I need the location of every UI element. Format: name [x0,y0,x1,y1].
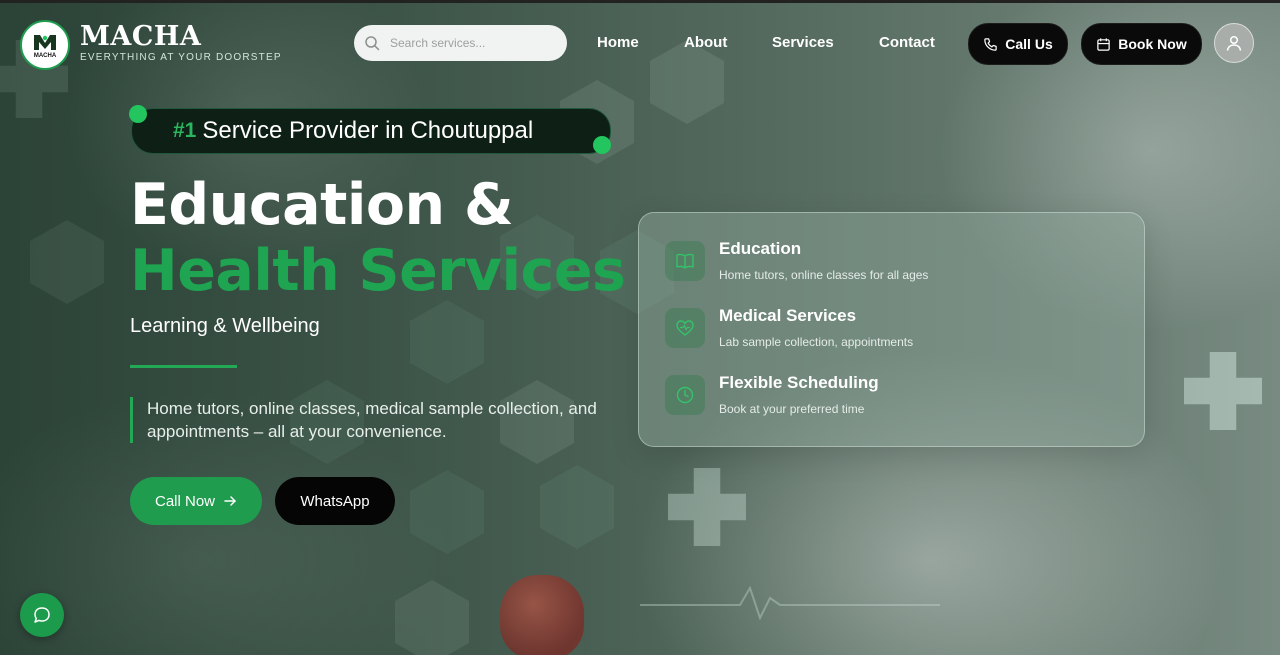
service-desc: Home tutors, online classes for all ages [719,268,929,282]
phone-icon [984,37,997,51]
service-provider-badge: #1 Service Provider in Choutuppal [131,108,611,154]
badge-number: #1 [173,119,197,142]
brand-tagline: EVERYTHING AT YOUR DOORSTEP [80,52,282,63]
decor-dot [593,136,611,154]
search-bar [354,25,567,61]
book-icon [665,241,705,281]
chat-button[interactable] [20,593,64,637]
call-now-button[interactable]: Call Now [130,477,262,525]
decor-dot [129,105,147,123]
service-desc: Lab sample collection, appointments [719,335,914,349]
nav-contact[interactable]: Contact [879,34,935,51]
whatsapp-label: WhatsApp [300,492,370,510]
calendar-icon [1097,37,1110,51]
badge-text: Service Provider in Choutuppal [202,117,534,144]
heart-icon [665,308,705,348]
book-now-label: Book Now [1118,36,1187,52]
book-now-button[interactable]: Book Now [1081,23,1202,65]
call-us-label: Call Us [1005,36,1053,52]
service-title: Medical Services [719,306,857,325]
nav-services[interactable]: Services [772,34,834,51]
hero-title-line1: Education & [130,172,514,238]
service-desc: Book at your preferred time [719,402,865,416]
call-now-label: Call Now [154,492,215,510]
user-icon [1226,35,1242,51]
search-icon [365,36,380,51]
whatsapp-button[interactable]: WhatsApp [275,477,395,525]
search-input[interactable] [388,35,562,51]
site-header: MACHA MACHA EVERYTHING AT YOUR DOORSTEP … [0,3,1280,85]
service-title: Flexible Scheduling [719,373,879,392]
chat-bubble-icon [34,607,50,623]
clock-icon [665,375,705,415]
brand-name: MACHA [80,21,202,52]
nav-home[interactable]: Home [597,34,639,51]
logo-badge-text: MACHA [33,52,57,59]
services-card: Education Home tutors, online classes fo… [638,212,1145,447]
call-us-button[interactable]: Call Us [968,23,1068,65]
nav-about[interactable]: About [684,34,727,51]
brand: MACHA EVERYTHING AT YOUR DOORSTEP [80,21,282,64]
divider [130,365,237,368]
user-account-button[interactable] [1214,23,1254,63]
hero-subtitle: Learning & Wellbeing [130,315,320,337]
hero-title-line2: Health Services [130,238,626,304]
logo-mark-icon [34,34,56,50]
arrow-right-icon [224,496,236,506]
logo[interactable]: MACHA [20,20,70,70]
hero-description: Home tutors, online classes, medical sam… [130,397,617,443]
service-title: Education [719,239,802,258]
